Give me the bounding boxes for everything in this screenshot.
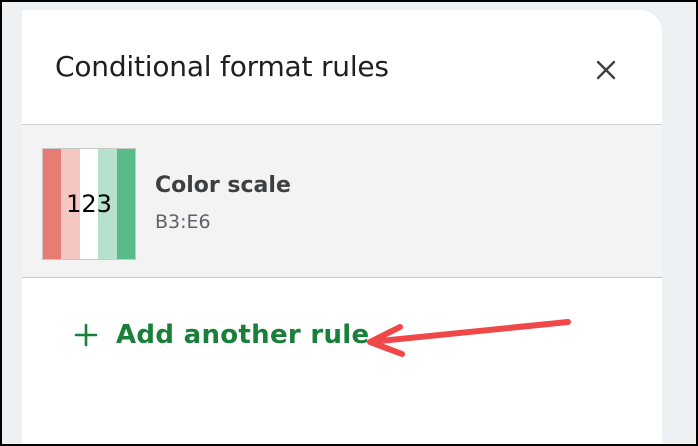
red-arrow-icon — [367, 319, 571, 357]
screenshot-frame: Conditional format rules 123 Color scale… — [0, 0, 698, 446]
